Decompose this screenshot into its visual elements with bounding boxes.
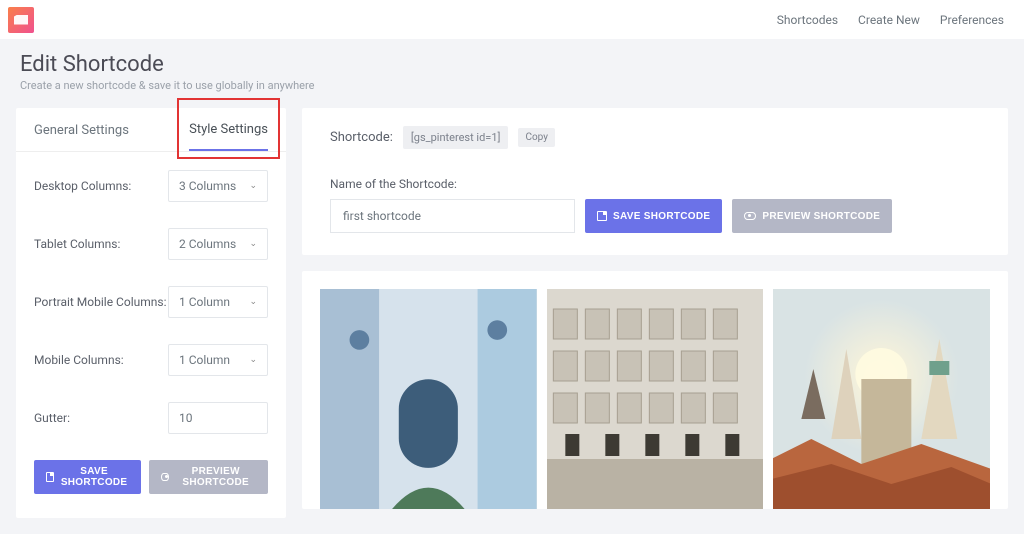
app-logo	[8, 7, 34, 33]
page-subtitle: Create a new shortcode & save it to use …	[20, 79, 1004, 92]
shortcode-code: [gs_pinterest id=1]	[403, 126, 509, 149]
save-shortcode-button[interactable]: SAVE SHORTCODE	[34, 460, 141, 494]
eye-icon	[744, 212, 756, 220]
gallery-image	[773, 289, 990, 509]
preview-gallery	[302, 271, 1008, 509]
settings-sidebar: General Settings Style Settings Desktop …	[16, 108, 286, 518]
chevron-down-icon: ⌄	[249, 239, 257, 249]
gallery-image	[547, 289, 764, 509]
save-icon	[597, 211, 607, 221]
chevron-down-icon: ⌄	[249, 297, 257, 307]
page-title: Edit Shortcode	[20, 52, 1004, 77]
shortcode-label: Shortcode:	[330, 130, 393, 145]
page-header: Edit Shortcode Create a new shortcode & …	[0, 40, 1024, 108]
settings-tabs: General Settings Style Settings	[16, 108, 286, 152]
shortcode-name-label: Name of the Shortcode:	[330, 177, 980, 191]
mobile-columns-label: Mobile Columns:	[34, 353, 168, 367]
eye-icon	[161, 473, 170, 481]
preview-shortcode-button-main[interactable]: PREVIEW SHORTCODE	[732, 199, 892, 233]
nav-shortcodes[interactable]: Shortcodes	[777, 13, 838, 27]
tablet-columns-select[interactable]: 2 Columns⌄	[168, 228, 268, 260]
top-bar: Shortcodes Create New Preferences	[0, 0, 1024, 40]
mobile-columns-select[interactable]: 1 Column⌄	[168, 344, 268, 376]
save-icon	[46, 472, 54, 482]
tablet-columns-label: Tablet Columns:	[34, 237, 168, 251]
shortcode-panel: Shortcode: [gs_pinterest id=1] Copy Name…	[302, 108, 1008, 255]
top-nav: Shortcodes Create New Preferences	[777, 13, 1004, 27]
nav-create-new[interactable]: Create New	[858, 13, 920, 27]
desktop-columns-select[interactable]: 3 Columns⌄	[168, 170, 268, 202]
copy-shortcode-button[interactable]: Copy	[518, 128, 555, 147]
portrait-mobile-columns-label: Portrait Mobile Columns:	[34, 295, 168, 309]
save-shortcode-button-main[interactable]: SAVE SHORTCODE	[585, 199, 722, 233]
chevron-down-icon: ⌄	[249, 181, 257, 191]
nav-preferences[interactable]: Preferences	[940, 13, 1004, 27]
preview-shortcode-button[interactable]: PREVIEW SHORTCODE	[149, 460, 268, 494]
gutter-label: Gutter:	[34, 411, 168, 425]
shortcode-name-input[interactable]: first shortcode	[330, 199, 575, 233]
tab-general-settings[interactable]: General Settings	[34, 109, 129, 150]
gutter-input[interactable]: 10	[168, 402, 268, 434]
chevron-down-icon: ⌄	[249, 355, 257, 365]
tab-style-settings[interactable]: Style Settings	[189, 108, 268, 151]
desktop-columns-label: Desktop Columns:	[34, 179, 168, 193]
gallery-image	[320, 289, 537, 509]
portrait-mobile-columns-select[interactable]: 1 Column⌄	[168, 286, 268, 318]
